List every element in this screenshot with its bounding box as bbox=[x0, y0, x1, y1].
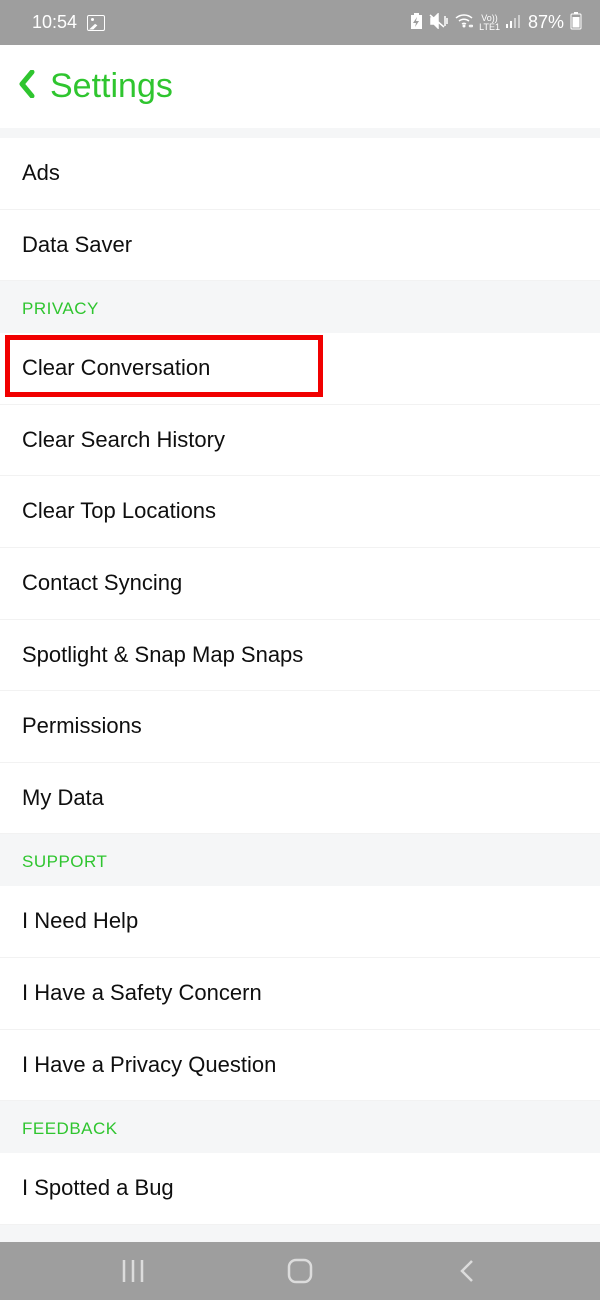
recents-button[interactable] bbox=[113, 1251, 153, 1291]
settings-item-my-data[interactable]: My Data bbox=[0, 763, 600, 835]
status-time: 10:54 bbox=[32, 12, 77, 33]
settings-item-label: Clear Conversation bbox=[22, 355, 210, 380]
settings-item-label: Clear Top Locations bbox=[22, 498, 216, 523]
settings-item-label: I Have a Safety Concern bbox=[22, 980, 262, 1005]
settings-item-permissions[interactable]: Permissions bbox=[0, 691, 600, 763]
settings-item-label: Contact Syncing bbox=[22, 570, 182, 595]
settings-item-label: Spotlight & Snap Map Snaps bbox=[22, 642, 303, 667]
battery-icon bbox=[570, 12, 582, 34]
settings-item-spotlight-snap-map-snaps[interactable]: Spotlight & Snap Map Snaps bbox=[0, 620, 600, 692]
settings-item-data-saver[interactable]: Data Saver bbox=[0, 210, 600, 282]
settings-item-label: Permissions bbox=[22, 713, 142, 738]
settings-item-i-need-help[interactable]: I Need Help bbox=[0, 886, 600, 958]
settings-list: Ads Data Saver PRIVACY Clear Conversation Cl… bbox=[0, 128, 600, 1225]
settings-item-i-have-a-privacy-question[interactable]: I Have a Privacy Question bbox=[0, 1030, 600, 1102]
section-header-privacy: PRIVACY bbox=[0, 281, 600, 333]
settings-item-label: Ads bbox=[22, 160, 60, 185]
settings-item-clear-search-history[interactable]: Clear Search History bbox=[0, 405, 600, 477]
settings-item-ads[interactable]: Ads bbox=[0, 138, 600, 210]
settings-item-i-have-a-safety-concern[interactable]: I Have a Safety Concern bbox=[0, 958, 600, 1030]
back-icon[interactable] bbox=[18, 70, 36, 104]
settings-item-label: I Spotted a Bug bbox=[22, 1175, 174, 1200]
settings-item-label: I Have a Privacy Question bbox=[22, 1052, 276, 1077]
settings-item-clear-top-locations[interactable]: Clear Top Locations bbox=[0, 476, 600, 548]
section-header-feedback: FEEDBACK bbox=[0, 1101, 600, 1153]
section-header-support: SUPPORT bbox=[0, 834, 600, 886]
settings-item-label: Clear Search History bbox=[22, 427, 225, 452]
status-bar: 10:54 Vo)) LTE1 87% bbox=[0, 0, 600, 45]
lte-label: Vo)) LTE1 bbox=[479, 14, 500, 32]
battery-saver-icon bbox=[410, 13, 423, 33]
settings-item-contact-syncing[interactable]: Contact Syncing bbox=[0, 548, 600, 620]
picture-icon bbox=[87, 15, 105, 31]
wifi-icon bbox=[455, 14, 473, 32]
battery-percent: 87% bbox=[528, 12, 564, 33]
page-title: Settings bbox=[50, 67, 173, 106]
android-nav-bar bbox=[0, 1242, 600, 1300]
mute-vibrate-icon bbox=[429, 13, 449, 33]
settings-item-clear-conversation[interactable]: Clear Conversation bbox=[0, 333, 600, 405]
settings-header: Settings bbox=[0, 45, 600, 128]
settings-item-label: My Data bbox=[22, 785, 104, 810]
status-right: Vo)) LTE1 87% bbox=[410, 12, 582, 34]
settings-item-i-spotted-a-bug[interactable]: I Spotted a Bug bbox=[0, 1153, 600, 1225]
settings-item-label: I Need Help bbox=[22, 908, 138, 933]
status-left: 10:54 bbox=[32, 12, 105, 33]
home-button[interactable] bbox=[280, 1251, 320, 1291]
signal-icon bbox=[506, 14, 522, 32]
back-button[interactable] bbox=[447, 1251, 487, 1291]
settings-item-label: Data Saver bbox=[22, 232, 132, 257]
